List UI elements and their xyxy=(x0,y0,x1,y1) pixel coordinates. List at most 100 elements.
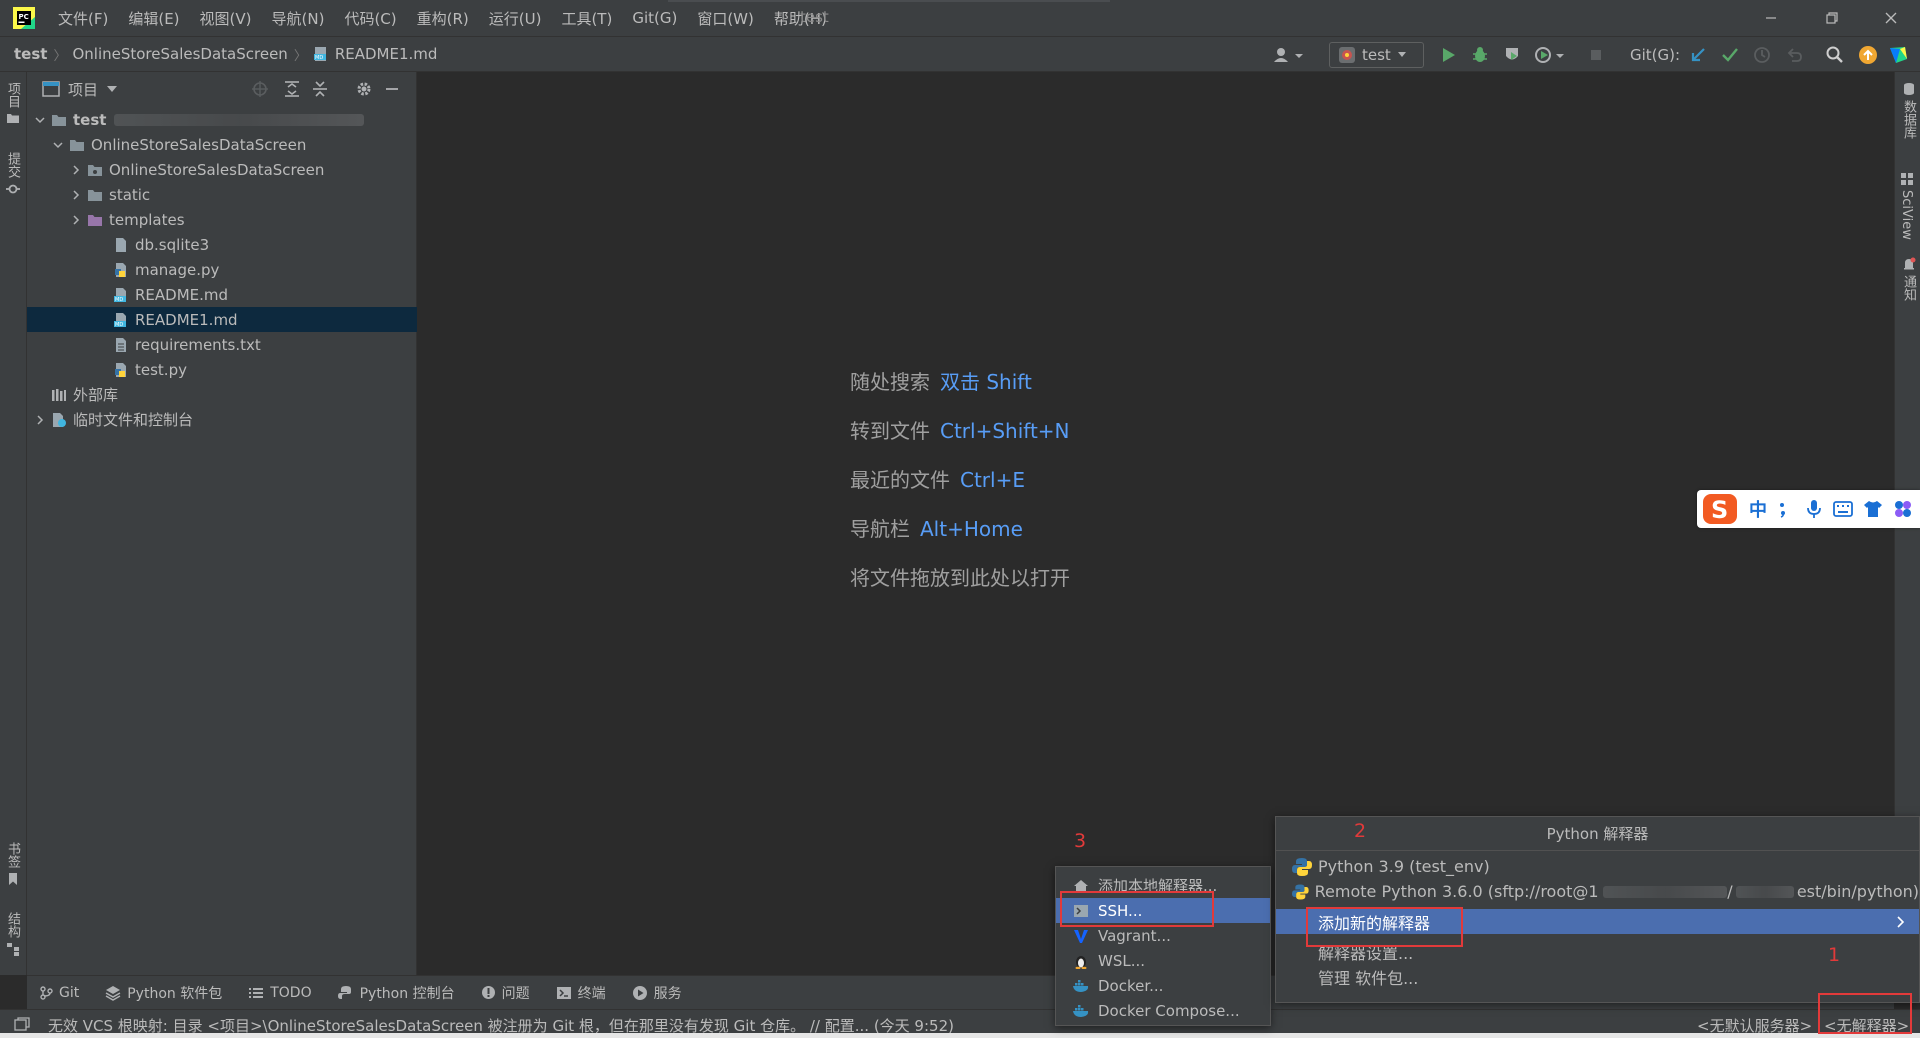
chevron-right-icon[interactable] xyxy=(67,164,85,175)
chevron-right-icon[interactable] xyxy=(31,414,49,425)
git-rollback-button[interactable] xyxy=(1784,45,1804,65)
interpreter-item-local[interactable]: Python 3.9 (test_env) xyxy=(1276,854,1919,879)
collapse-all-icon[interactable] xyxy=(311,80,329,98)
tree-item-folder[interactable]: templates xyxy=(27,207,417,232)
menu-git[interactable]: Git(G) xyxy=(622,9,687,27)
tree-item-scratches[interactable]: 临时文件和控制台 xyxy=(27,407,417,432)
tree-item-file-selected[interactable]: MD README1.md xyxy=(27,307,417,332)
menu-tools[interactable]: 工具(T) xyxy=(551,8,622,29)
markdown-file-icon: MD xyxy=(313,46,329,62)
menu-item-docker[interactable]: Docker... xyxy=(1056,973,1270,998)
search-button[interactable] xyxy=(1825,45,1845,65)
tree-item-file[interactable]: manage.py xyxy=(27,257,417,282)
update-button[interactable] xyxy=(1858,45,1878,65)
tool-python-console[interactable]: Python 控制台 xyxy=(337,983,455,1003)
ime-language[interactable]: 中 xyxy=(1749,496,1767,522)
chevron-down-icon xyxy=(1397,52,1406,57)
git-history-button[interactable] xyxy=(1752,45,1772,65)
tree-item-file[interactable]: requirements.txt xyxy=(27,332,417,357)
punctuation-icon[interactable] xyxy=(1777,500,1795,518)
menu-file[interactable]: 文件(F) xyxy=(48,8,118,29)
scratch-icon xyxy=(49,411,69,429)
chevron-down-icon[interactable] xyxy=(49,140,67,150)
menu-window[interactable]: 窗口(W) xyxy=(687,8,764,29)
chevron-right-icon[interactable] xyxy=(67,189,85,200)
tool-problems[interactable]: 问题 xyxy=(481,983,530,1003)
tool-services[interactable]: 服务 xyxy=(632,983,682,1003)
run-config-select[interactable]: test xyxy=(1329,42,1424,68)
play-icon xyxy=(1443,48,1455,62)
project-window-icon xyxy=(42,81,60,97)
tab-project-label: 项目 xyxy=(5,82,20,108)
menu-refactor[interactable]: 重构(R) xyxy=(407,8,479,29)
bookmark-icon xyxy=(8,873,17,885)
menu-navigate[interactable]: 导航(N) xyxy=(262,8,335,29)
tool-terminal[interactable]: 终端 xyxy=(556,983,606,1003)
profile-button[interactable] xyxy=(1534,45,1564,65)
breadcrumb-project[interactable]: test xyxy=(14,45,47,63)
stop-button[interactable] xyxy=(1586,45,1606,65)
tab-project[interactable]: 项目 xyxy=(3,82,22,124)
run-button[interactable] xyxy=(1438,45,1458,65)
tab-database[interactable]: 数据库 xyxy=(1899,82,1918,139)
structure-icon xyxy=(6,943,19,956)
tab-notifications[interactable]: 通知 xyxy=(1899,257,1918,301)
menu-item-docker-compose[interactable]: Docker Compose... xyxy=(1056,998,1270,1023)
hint-go-to-file: 转到文件 Ctrl+Shift+N xyxy=(850,415,1070,444)
chevron-down-icon[interactable] xyxy=(31,115,49,125)
minimize-button[interactable] xyxy=(1746,0,1796,36)
locate-file-icon[interactable] xyxy=(251,80,269,98)
git-update-button[interactable] xyxy=(1688,45,1708,65)
close-button[interactable] xyxy=(1866,0,1916,36)
tool-python-packages[interactable]: Python 软件包 xyxy=(105,983,222,1003)
restore-button[interactable] xyxy=(1807,0,1857,36)
menu-edit[interactable]: 编辑(E) xyxy=(118,8,189,29)
tool-git[interactable]: Git xyxy=(39,985,79,1001)
project-panel: 项目 test OnlineStoreSalesDataScreen Onlin… xyxy=(27,72,417,975)
menu-view[interactable]: 视图(V) xyxy=(190,8,262,29)
menu-run[interactable]: 运行(U) xyxy=(479,8,552,29)
tab-structure[interactable]: 结构 xyxy=(3,912,22,956)
tab-sciview[interactable]: SciView xyxy=(1899,172,1914,240)
menu-item-wsl[interactable]: WSL... xyxy=(1056,948,1270,973)
folder-icon xyxy=(49,111,69,129)
tree-item-folder[interactable]: OnlineStoreSalesDataScreen xyxy=(27,132,417,157)
coverage-button[interactable] xyxy=(1502,45,1522,65)
keyboard-icon[interactable] xyxy=(1833,501,1853,517)
expand-all-icon[interactable] xyxy=(283,80,301,98)
sogou-logo-icon[interactable]: S xyxy=(1701,492,1739,526)
user-icon[interactable] xyxy=(1273,45,1303,65)
chevron-right-icon[interactable] xyxy=(67,214,85,225)
menu-code[interactable]: 代码(C) xyxy=(334,8,406,29)
debug-button[interactable] xyxy=(1470,45,1490,65)
toolbox-icon[interactable] xyxy=(1893,499,1913,519)
python-icon xyxy=(1292,857,1312,876)
breadcrumb-file[interactable]: README1.md xyxy=(335,45,438,63)
tree-item-file[interactable]: MD README.md xyxy=(27,282,417,307)
gear-icon[interactable] xyxy=(355,80,373,98)
tree-item-external-libraries[interactable]: 外部库 xyxy=(27,382,417,407)
tool-git-label: Git xyxy=(59,984,80,1001)
tree-item-file[interactable]: db.sqlite3 xyxy=(27,232,417,257)
interpreter-item-manage-packages[interactable]: 管理 软件包... xyxy=(1276,964,1919,989)
tree-item-folder[interactable]: OnlineStoreSalesDataScreen xyxy=(27,157,417,182)
project-view-selector[interactable]: 项目 xyxy=(42,79,118,100)
grid-icon xyxy=(1900,173,1913,185)
hide-panel-icon[interactable] xyxy=(383,80,401,98)
toggle-tool-windows-icon[interactable] xyxy=(14,1017,30,1031)
library-icon xyxy=(49,386,69,404)
interpreter-item-remote[interactable]: Remote Python 3.6.0 (sftp://root@1 / est… xyxy=(1276,879,1919,904)
tree-item-folder[interactable]: static xyxy=(27,182,417,207)
tab-bookmarks[interactable]: 书签 xyxy=(3,842,22,886)
jetbrains-icon[interactable] xyxy=(1888,45,1908,65)
tab-commit[interactable]: 提交 xyxy=(3,152,22,196)
git-commit-button[interactable] xyxy=(1720,45,1740,65)
tool-todo[interactable]: TODO xyxy=(248,985,312,1001)
breadcrumb-folder[interactable]: OnlineStoreSalesDataScreen xyxy=(72,45,287,63)
skin-shirt-icon[interactable] xyxy=(1863,500,1883,518)
interpreter-label: 管理 软件包... xyxy=(1318,968,1419,988)
commit-icon xyxy=(5,184,20,194)
microphone-icon[interactable] xyxy=(1805,499,1823,519)
tree-item-file[interactable]: test.py xyxy=(27,357,417,382)
tree-item-root[interactable]: test xyxy=(27,107,417,132)
